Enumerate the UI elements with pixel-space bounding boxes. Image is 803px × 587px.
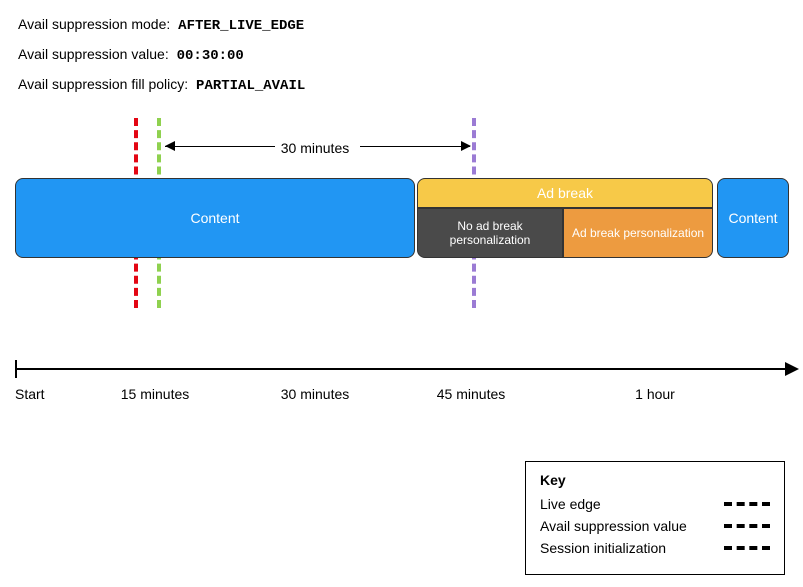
span-arrow-line bbox=[360, 146, 470, 147]
mode-label: Avail suppression mode: bbox=[18, 16, 170, 32]
content-block-1: Content bbox=[15, 178, 415, 258]
legend-swatch-live-edge bbox=[724, 502, 770, 506]
ad-personalization-block: Ad break personalization bbox=[563, 208, 713, 258]
ad-break-block: Ad break bbox=[417, 178, 713, 208]
value-label: Avail suppression value: bbox=[18, 46, 169, 62]
legend-box: Key Live edge Avail suppression value Se… bbox=[525, 461, 785, 575]
axis-ticklabel: 15 minutes bbox=[121, 386, 189, 402]
legend-swatch-session bbox=[724, 546, 770, 550]
axis-ticklabel: 1 hour bbox=[635, 386, 675, 402]
no-personalization-block: No ad break personalization bbox=[417, 208, 563, 258]
legend-row: Live edge bbox=[540, 496, 770, 512]
legend-row: Session initialization bbox=[540, 540, 770, 556]
legend-row: Avail suppression value bbox=[540, 518, 770, 534]
legend-swatch-avail bbox=[724, 524, 770, 528]
legend-label: Live edge bbox=[540, 496, 601, 512]
content-block-2: Content bbox=[717, 178, 789, 258]
axis-ticklabel: 45 minutes bbox=[437, 386, 505, 402]
fill-value: PARTIAL_AVAIL bbox=[196, 78, 305, 94]
config-params: Avail suppression mode: AFTER_LIVE_EDGE … bbox=[18, 10, 305, 100]
axis-ticklabel: 30 minutes bbox=[281, 386, 349, 402]
axis-ticklabel: Start bbox=[15, 386, 45, 402]
legend-label: Session initialization bbox=[540, 540, 666, 556]
mode-value: AFTER_LIVE_EDGE bbox=[178, 18, 304, 34]
legend-label: Avail suppression value bbox=[540, 518, 687, 534]
fill-label: Avail suppression fill policy: bbox=[18, 76, 188, 92]
axis-tick bbox=[15, 360, 17, 378]
span-arrowhead-right-icon bbox=[461, 141, 471, 151]
axis-line bbox=[15, 368, 785, 370]
legend-title: Key bbox=[540, 472, 770, 488]
axis-arrowhead-icon bbox=[785, 362, 799, 376]
timeline-chart: 30 minutes Content Ad break No ad break … bbox=[15, 118, 790, 418]
span-label: 30 minutes bbox=[165, 140, 465, 156]
value-value: 00:30:00 bbox=[177, 48, 244, 64]
